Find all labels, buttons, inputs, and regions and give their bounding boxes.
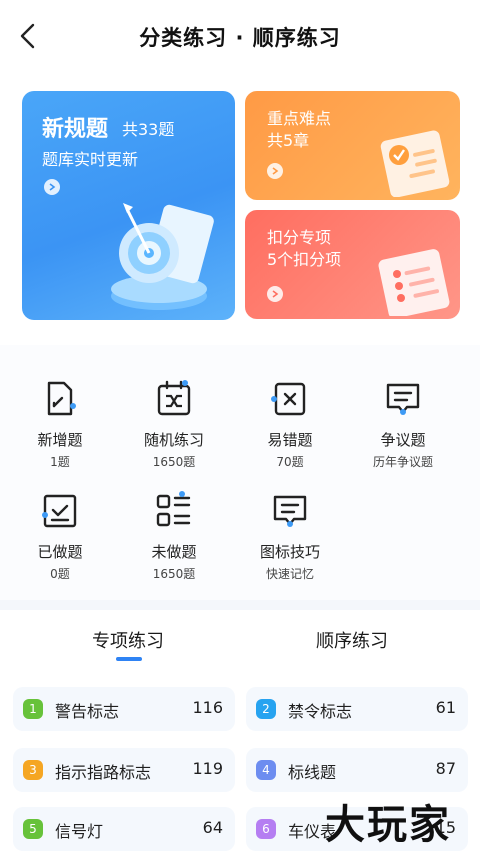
dispute-icon [386, 383, 420, 415]
target-illustration-icon [111, 203, 214, 310]
category-count: 61 [435, 698, 456, 717]
category-count: 119 [192, 759, 223, 778]
new-rules-count: 共33题 [122, 120, 175, 139]
todo-list-icon [156, 491, 191, 527]
feature-new-questions[interactable]: 新增题 1题 [0, 379, 120, 470]
banner-cards: 新规题 共33题 题库实时更新 重点难点 共5章 扣分专项 5个扣分项 [22, 91, 460, 321]
feature-label: 随机练习 [143, 431, 204, 449]
new-rules-title: 新规题 [42, 117, 109, 142]
feature-count: 1650题 [152, 567, 196, 581]
feature-wrong-questions[interactable]: 易错题 70题 [230, 379, 350, 470]
feature-label: 新增题 [37, 431, 83, 449]
category-label: 信号灯 [55, 822, 104, 841]
category-label: 警告标志 [55, 702, 120, 721]
deduct-points-card[interactable]: 扣分专项 5个扣分项 [245, 210, 460, 319]
sign-tips-icon [273, 495, 307, 527]
category-label: 禁令标志 [288, 702, 353, 721]
feature-grid: 新增题 1题 随机练习 1650题 易错题 70题 争议题 历年争议题 已做题 … [0, 345, 480, 600]
practice-tabs: 专项练习 顺序练习 [0, 612, 480, 672]
feature-label: 已做题 [37, 543, 83, 561]
feature-undone-questions[interactable]: 未做题 1650题 [114, 491, 234, 582]
category-number-badge: 1 [23, 699, 43, 719]
category-row[interactable]: 3 指示指路标志 119 [13, 748, 235, 792]
header: 分类练习 · 顺序练习 [0, 0, 480, 72]
category-number-badge: 2 [256, 699, 276, 719]
done-icon [42, 494, 77, 528]
category-count: 64 [202, 818, 223, 837]
feature-count: 0题 [50, 567, 70, 581]
feature-disputed-questions[interactable]: 争议题 历年争议题 [343, 379, 463, 470]
new-question-icon [47, 381, 76, 416]
new-rules-subtitle: 题库实时更新 [42, 150, 139, 169]
arrow-right-icon [267, 286, 283, 302]
watermark: 大玩家 [325, 802, 451, 848]
key-points-count: 共5章 [267, 131, 310, 150]
page-title: 分类练习 · 顺序练习 [139, 26, 341, 50]
wrong-question-icon [271, 382, 306, 416]
category-row[interactable]: 4 标线题 87 [246, 748, 468, 792]
feature-random-practice[interactable]: 随机练习 1650题 [114, 379, 234, 470]
section-divider [0, 600, 480, 610]
category-row[interactable]: 5 信号灯 64 [13, 807, 235, 851]
arrow-right-icon [44, 179, 60, 195]
tab-sequential-practice[interactable]: 顺序练习 [232, 627, 472, 653]
category-number-badge: 6 [256, 819, 276, 839]
arrow-right-icon [267, 163, 283, 179]
feature-count: 1题 [50, 455, 70, 469]
category-number-badge: 4 [256, 760, 276, 780]
active-tab-indicator [116, 657, 142, 661]
feature-label: 争议题 [380, 431, 426, 449]
key-points-title: 重点难点 [267, 109, 332, 128]
feature-sign-tips[interactable]: 图标技巧 快速记忆 [230, 491, 350, 582]
feature-count: 快速记忆 [265, 567, 314, 581]
feature-label: 图标技巧 [259, 543, 320, 561]
category-row[interactable]: 1 警告标志 116 [13, 687, 235, 731]
category-row[interactable]: 2 禁令标志 61 [246, 687, 468, 731]
feature-count: 1650题 [152, 455, 196, 469]
feature-count: 历年争议题 [372, 455, 433, 469]
feature-count: 70题 [276, 455, 304, 469]
new-rules-card[interactable]: 新规题 共33题 题库实时更新 [22, 91, 235, 320]
feature-label: 易错题 [267, 431, 313, 449]
feature-done-questions[interactable]: 已做题 0题 [0, 491, 120, 582]
shuffle-icon [157, 380, 191, 416]
tab-special-practice[interactable]: 专项练习 [8, 627, 248, 653]
feature-label: 未做题 [151, 543, 197, 561]
category-count: 87 [435, 759, 456, 778]
category-label: 指示指路标志 [55, 763, 152, 782]
category-count: 116 [192, 698, 223, 717]
category-label: 标线题 [288, 763, 337, 782]
category-number-badge: 3 [23, 760, 43, 780]
certificate-illustration-icon [380, 130, 450, 197]
category-number-badge: 5 [23, 819, 43, 839]
key-points-card[interactable]: 重点难点 共5章 [245, 91, 460, 200]
deduct-count: 5个扣分项 [267, 250, 342, 269]
checklist-illustration-icon [378, 249, 450, 316]
deduct-title: 扣分专项 [267, 228, 332, 247]
